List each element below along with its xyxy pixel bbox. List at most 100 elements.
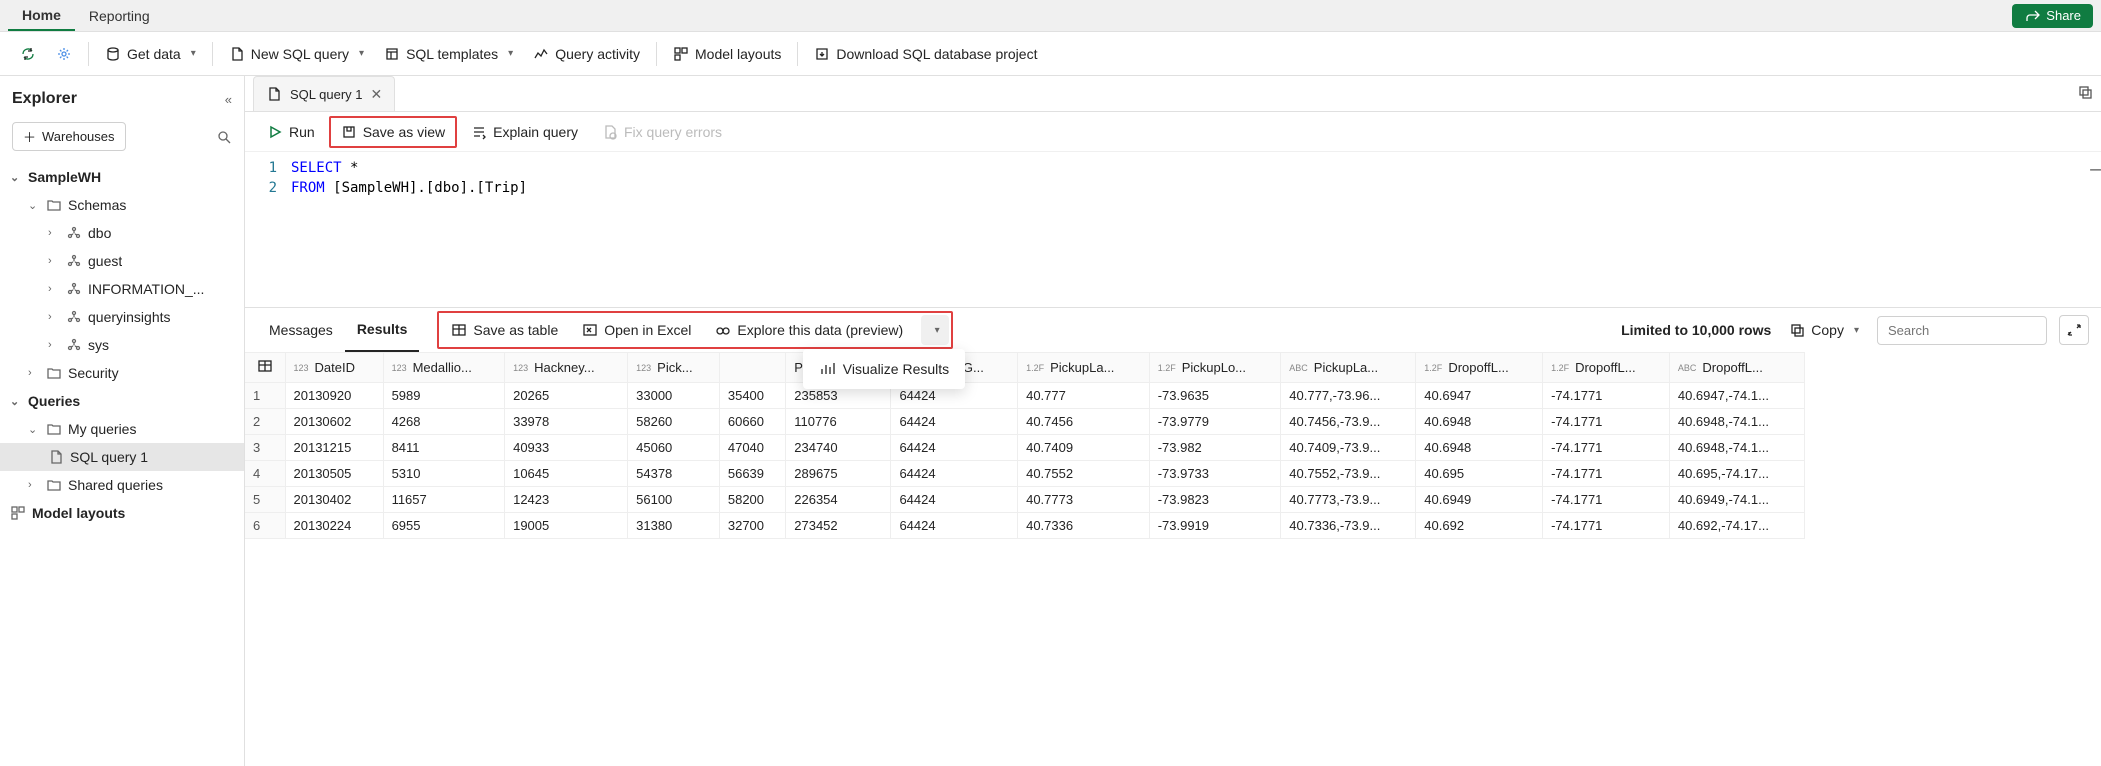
cell[interactable]: -74.1771: [1543, 487, 1670, 513]
cell[interactable]: 40.7773: [1018, 487, 1150, 513]
column-header[interactable]: 1.2FPickupLa...: [1018, 353, 1150, 383]
cell[interactable]: 64424: [891, 461, 1018, 487]
cell[interactable]: 19005: [505, 513, 628, 539]
table-row[interactable]: 4201305055310106455437856639289675644244…: [245, 461, 1805, 487]
model-layouts-button[interactable]: Model layouts: [665, 40, 789, 68]
column-header[interactable]: [719, 353, 785, 383]
results-tab-messages[interactable]: Messages: [257, 308, 345, 352]
cell[interactable]: 40.7336: [1018, 513, 1150, 539]
cell[interactable]: 40.6949: [1416, 487, 1543, 513]
tree-shared-queries[interactable]: › Shared queries: [0, 471, 244, 499]
expand-results-button[interactable]: [2059, 315, 2089, 345]
tab-home[interactable]: Home: [8, 0, 75, 31]
cell[interactable]: 3: [245, 435, 285, 461]
cell[interactable]: 40.6947: [1416, 383, 1543, 409]
warehouses-button[interactable]: ＋ Warehouses: [12, 122, 126, 151]
tree-queries[interactable]: ⌄ Queries: [0, 387, 244, 415]
cell[interactable]: 33000: [628, 383, 720, 409]
cell[interactable]: 40.6949,-74.1...: [1669, 487, 1804, 513]
editor-tab[interactable]: SQL query 1 ✕: [253, 76, 395, 111]
ribbon-settings-icon[interactable]: [48, 40, 80, 68]
cell[interactable]: 54378: [628, 461, 720, 487]
cell[interactable]: 20130224: [285, 513, 383, 539]
column-header[interactable]: 123Pick...: [628, 353, 720, 383]
close-tab-icon[interactable]: ✕: [371, 86, 383, 103]
cell[interactable]: 40.777,-73.96...: [1281, 383, 1416, 409]
cell[interactable]: 5: [245, 487, 285, 513]
cell[interactable]: 56100: [628, 487, 720, 513]
cell[interactable]: 6: [245, 513, 285, 539]
cell[interactable]: 64424: [891, 513, 1018, 539]
tree-schema-dbo[interactable]: › dbo: [0, 219, 244, 247]
cell[interactable]: -73.9779: [1149, 409, 1281, 435]
tab-reporting[interactable]: Reporting: [75, 0, 164, 31]
cell[interactable]: 4: [245, 461, 285, 487]
cell[interactable]: 33978: [505, 409, 628, 435]
explore-data-button[interactable]: Explore this data (preview): [705, 316, 913, 344]
tree-security[interactable]: › Security: [0, 359, 244, 387]
column-header[interactable]: ABCDropoffL...: [1669, 353, 1804, 383]
cell[interactable]: 40.7409,-73.9...: [1281, 435, 1416, 461]
cell[interactable]: 20265: [505, 383, 628, 409]
cell[interactable]: -74.1771: [1543, 409, 1670, 435]
new-sql-query-button[interactable]: New SQL query ▾: [221, 40, 372, 68]
tree-warehouse[interactable]: ⌄ SampleWH: [0, 163, 244, 191]
cell[interactable]: 20130920: [285, 383, 383, 409]
query-activity-button[interactable]: Query activity: [525, 40, 648, 68]
cell[interactable]: -74.1771: [1543, 435, 1670, 461]
cell[interactable]: 58260: [628, 409, 720, 435]
code-editor[interactable]: 1 SELECT * 2 FROM [SampleWH].[dbo].[Trip…: [245, 152, 2101, 307]
tree-model-layouts[interactable]: Model layouts: [0, 499, 244, 527]
results-search-input[interactable]: [1888, 323, 2036, 338]
cell[interactable]: 273452: [786, 513, 891, 539]
cell[interactable]: 40.7409: [1018, 435, 1150, 461]
sql-templates-button[interactable]: SQL templates ▾: [376, 40, 521, 68]
cell[interactable]: 47040: [719, 435, 785, 461]
column-header[interactable]: 123DateID: [285, 353, 383, 383]
tree-schemas[interactable]: ⌄ Schemas: [0, 191, 244, 219]
cell[interactable]: 10645: [505, 461, 628, 487]
cell[interactable]: 5989: [383, 383, 505, 409]
cell[interactable]: 40.7552,-73.9...: [1281, 461, 1416, 487]
download-project-button[interactable]: Download SQL database project: [806, 40, 1045, 68]
column-header[interactable]: 1.2FPickupLo...: [1149, 353, 1281, 383]
save-as-view-button[interactable]: Save as view: [329, 116, 457, 148]
cell[interactable]: -74.1771: [1543, 513, 1670, 539]
explain-query-button[interactable]: Explain query: [461, 118, 588, 146]
cell[interactable]: 58200: [719, 487, 785, 513]
cell[interactable]: 4268: [383, 409, 505, 435]
results-tab-results[interactable]: Results: [345, 308, 420, 352]
cell[interactable]: 11657: [383, 487, 505, 513]
tree-schema-queryinsights[interactable]: › queryinsights: [0, 303, 244, 331]
cell[interactable]: -73.9823: [1149, 487, 1281, 513]
cell[interactable]: 40.6947,-74.1...: [1669, 383, 1804, 409]
cell[interactable]: 40933: [505, 435, 628, 461]
share-button[interactable]: Share: [2012, 4, 2093, 28]
column-header[interactable]: 123Medallio...: [383, 353, 505, 383]
copy-button[interactable]: Copy ▾: [1783, 318, 1865, 342]
cell[interactable]: 20130402: [285, 487, 383, 513]
column-header[interactable]: 1.2FDropoffL...: [1416, 353, 1543, 383]
cell[interactable]: 110776: [786, 409, 891, 435]
cell[interactable]: 6955: [383, 513, 505, 539]
collapse-editor-icon[interactable]: —: [2090, 160, 2101, 180]
results-grid[interactable]: 123DateID123Medallio...123Hackney...123P…: [245, 352, 2101, 766]
tree-schema-information[interactable]: › INFORMATION_...: [0, 275, 244, 303]
tree-query-file[interactable]: SQL query 1: [0, 443, 244, 471]
cell[interactable]: -73.9733: [1149, 461, 1281, 487]
cell[interactable]: -73.9919: [1149, 513, 1281, 539]
table-row[interactable]: 6201302246955190053138032700273452644244…: [245, 513, 1805, 539]
cell[interactable]: 226354: [786, 487, 891, 513]
tree-my-queries[interactable]: ⌄ My queries: [0, 415, 244, 443]
cell[interactable]: 1: [245, 383, 285, 409]
cell[interactable]: 35400: [719, 383, 785, 409]
cell[interactable]: 60660: [719, 409, 785, 435]
cell[interactable]: 64424: [891, 409, 1018, 435]
cell[interactable]: 12423: [505, 487, 628, 513]
column-header[interactable]: [245, 353, 285, 383]
ribbon-refresh-icon[interactable]: [12, 40, 44, 68]
cell[interactable]: 5310: [383, 461, 505, 487]
cell[interactable]: -73.9635: [1149, 383, 1281, 409]
cell[interactable]: 40.695,-74.17...: [1669, 461, 1804, 487]
collapse-panel-icon[interactable]: «: [225, 92, 232, 107]
